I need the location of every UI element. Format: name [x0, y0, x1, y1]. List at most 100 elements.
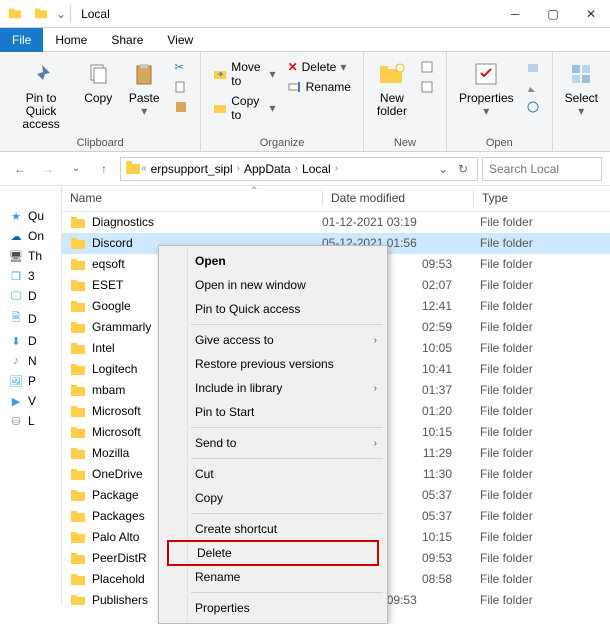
forward-button[interactable]: →: [36, 157, 60, 181]
chevron-right-icon[interactable]: ›: [335, 163, 338, 174]
file-type: File folder: [472, 383, 610, 397]
properties-button[interactable]: Properties▾: [453, 56, 520, 118]
move-to-icon: [213, 67, 227, 81]
ctx-open-new-window[interactable]: Open in new window: [161, 273, 385, 297]
ctx-delete[interactable]: Delete: [167, 540, 379, 566]
copy-path-icon: [174, 80, 188, 94]
separator: [191, 427, 383, 428]
chevron-down-icon[interactable]: ⌄: [433, 162, 453, 176]
group-new: New folder New: [364, 52, 447, 151]
nav-item[interactable]: 🗎D: [0, 306, 61, 331]
ctx-copy[interactable]: Copy: [161, 486, 385, 510]
nav-item[interactable]: ♪N: [0, 351, 61, 371]
tab-view[interactable]: View: [155, 28, 205, 52]
column-date[interactable]: Date modified: [323, 191, 473, 205]
select-button[interactable]: Select▾: [559, 56, 604, 118]
up-button[interactable]: ↑: [92, 157, 116, 181]
minimize-button[interactable]: ─: [496, 0, 534, 28]
cut-button[interactable]: ✂: [172, 58, 190, 76]
ctx-cut[interactable]: Cut: [161, 462, 385, 486]
nav-item[interactable]: 🖵D: [0, 286, 61, 306]
pin-icon: [25, 58, 57, 90]
navigation-pane[interactable]: ★Qu☁On🖥Th❒3🖵D🗎D⬇D♪N🖼P▶V⛁L: [0, 186, 62, 605]
qat-overflow-icon[interactable]: ⌄: [56, 7, 66, 21]
ctx-properties[interactable]: Properties: [161, 596, 385, 620]
ctx-give-access-to[interactable]: Give access to›: [161, 328, 385, 352]
nav-item[interactable]: ★Qu: [0, 206, 61, 226]
easy-access-button[interactable]: [418, 78, 436, 96]
maximize-button[interactable]: ▢: [534, 0, 572, 28]
edit-button[interactable]: [524, 78, 542, 96]
copy-path-button[interactable]: [172, 78, 190, 96]
copy-to-button[interactable]: Copy to ▾: [211, 92, 277, 124]
back-button[interactable]: ←: [8, 157, 32, 181]
ctx-pin-quick-access[interactable]: Pin to Quick access: [161, 297, 385, 321]
chevron-down-icon: ▾: [340, 60, 346, 74]
separator: [191, 458, 383, 459]
nav-item[interactable]: ❒3: [0, 266, 61, 286]
folder-icon: [70, 277, 86, 293]
folder-icon: [70, 529, 86, 545]
open-button[interactable]: [524, 58, 542, 76]
pic-icon: 🖼: [8, 375, 24, 388]
tab-file[interactable]: File: [0, 28, 43, 52]
separator: [191, 513, 383, 514]
chevron-down-icon: ▾: [578, 104, 584, 118]
search-input[interactable]: [482, 157, 602, 181]
paste-button[interactable]: Paste ▾: [120, 56, 168, 118]
file-name: mbam: [92, 383, 125, 397]
column-type[interactable]: Type: [474, 191, 610, 205]
nav-item[interactable]: ⬇D: [0, 331, 61, 351]
down-icon: ⬇: [8, 335, 24, 348]
file-type: File folder: [472, 551, 610, 565]
tab-home[interactable]: Home: [43, 28, 99, 52]
close-button[interactable]: ✕: [572, 0, 610, 28]
file-name: eqsoft: [92, 257, 125, 271]
window-title: Local: [81, 7, 110, 21]
new-item-button[interactable]: [418, 58, 436, 76]
refresh-icon[interactable]: ↻: [453, 162, 473, 176]
separator: [191, 592, 383, 593]
new-folder-button[interactable]: New folder: [370, 56, 414, 118]
pin-to-quick-access-button[interactable]: Pin to Quick access: [6, 56, 76, 132]
move-to-button[interactable]: Move to ▾: [211, 58, 277, 90]
history-button[interactable]: [524, 98, 542, 116]
delete-icon: ✕: [288, 60, 298, 74]
separator: [70, 5, 71, 23]
ctx-include-library[interactable]: Include in library›: [161, 376, 385, 400]
ribbon: Pin to Quick access Copy Paste ▾ ✂ Clipb…: [0, 52, 610, 152]
recent-locations-button[interactable]: ⌄: [64, 157, 88, 181]
chevron-down-icon: ▾: [141, 104, 147, 118]
table-row[interactable]: Diagnostics01-12-2021 03:19File folder: [62, 212, 610, 233]
file-name: Mozilla: [92, 446, 129, 460]
file-name: Diagnostics: [92, 215, 154, 229]
paste-shortcut-button[interactable]: [172, 98, 190, 116]
paste-shortcut-icon: [174, 100, 188, 114]
paste-icon: [128, 58, 160, 90]
nav-item[interactable]: ⛁L: [0, 411, 61, 431]
delete-button[interactable]: ✕ Delete ▾: [286, 58, 353, 76]
ctx-restore-previous[interactable]: Restore previous versions: [161, 352, 385, 376]
title-bar: ⌄ Local ─ ▢ ✕: [0, 0, 610, 28]
nav-item[interactable]: 🖥Th: [0, 246, 61, 266]
nav-item[interactable]: 🖼P: [0, 371, 61, 391]
tab-share[interactable]: Share: [99, 28, 155, 52]
ctx-rename[interactable]: Rename: [161, 565, 385, 589]
nav-item[interactable]: ▶V: [0, 391, 61, 411]
cube-icon: ❒: [8, 270, 24, 283]
folder-icon: [70, 382, 86, 398]
ctx-pin-start[interactable]: Pin to Start: [161, 400, 385, 424]
rename-button[interactable]: Rename: [286, 78, 353, 96]
column-name[interactable]: Name: [62, 191, 322, 205]
ctx-open[interactable]: Open: [161, 249, 385, 273]
breadcrumb-seg[interactable]: AppData: [240, 162, 295, 176]
breadcrumb[interactable]: « erpsupport_sipl › AppData › Local › ⌄ …: [120, 157, 478, 181]
nav-item[interactable]: ☁On: [0, 226, 61, 246]
ctx-create-shortcut[interactable]: Create shortcut: [161, 517, 385, 541]
breadcrumb-seg[interactable]: Local: [298, 162, 335, 176]
folder-icon: [70, 361, 86, 377]
ctx-send-to[interactable]: Send to›: [161, 431, 385, 455]
breadcrumb-seg[interactable]: erpsupport_sipl: [147, 162, 237, 176]
copy-button[interactable]: Copy: [76, 56, 120, 105]
file-type: File folder: [472, 488, 610, 502]
